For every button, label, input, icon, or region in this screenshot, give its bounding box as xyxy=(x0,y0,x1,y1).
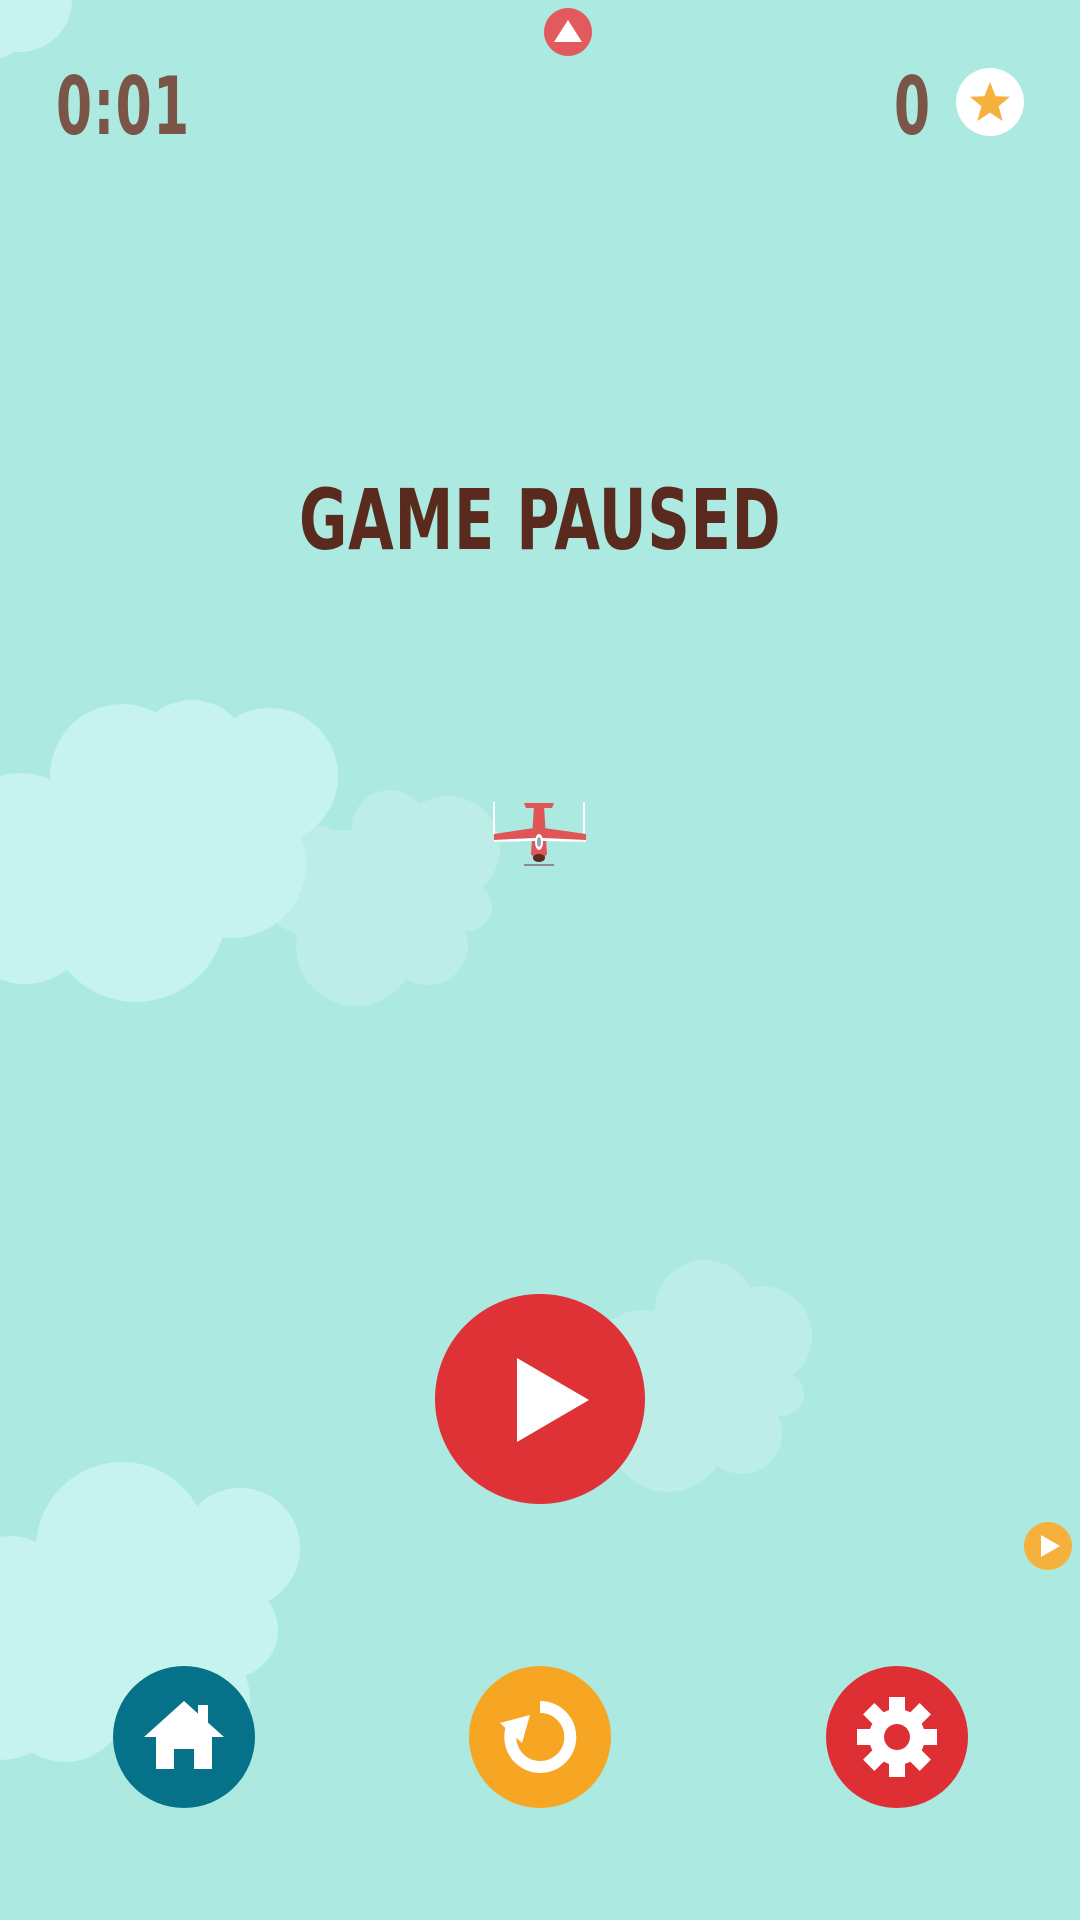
star-icon xyxy=(970,82,1010,121)
pause-title: GAME PAUSED xyxy=(0,470,1080,570)
timer-display: 0:01 xyxy=(56,60,191,153)
top-indicator xyxy=(544,8,592,56)
play-icon xyxy=(517,1358,589,1442)
player-airplane xyxy=(493,802,586,866)
pause-title-text: GAME PAUSED xyxy=(298,471,782,569)
star-count: 0 xyxy=(893,60,930,153)
star-badge xyxy=(956,68,1024,136)
restart-icon xyxy=(500,1700,577,1773)
cloud-left xyxy=(0,700,338,1002)
play-icon xyxy=(1041,1535,1060,1557)
gear-icon xyxy=(857,1697,937,1777)
resume-button[interactable] xyxy=(435,1294,645,1504)
settings-button[interactable] xyxy=(826,1666,968,1808)
home-icon xyxy=(144,1701,224,1769)
background-clouds xyxy=(0,0,812,1770)
restart-button[interactable] xyxy=(469,1666,611,1808)
side-indicator xyxy=(1024,1522,1072,1570)
triangle-up-icon xyxy=(554,20,582,42)
home-button[interactable] xyxy=(113,1666,255,1808)
